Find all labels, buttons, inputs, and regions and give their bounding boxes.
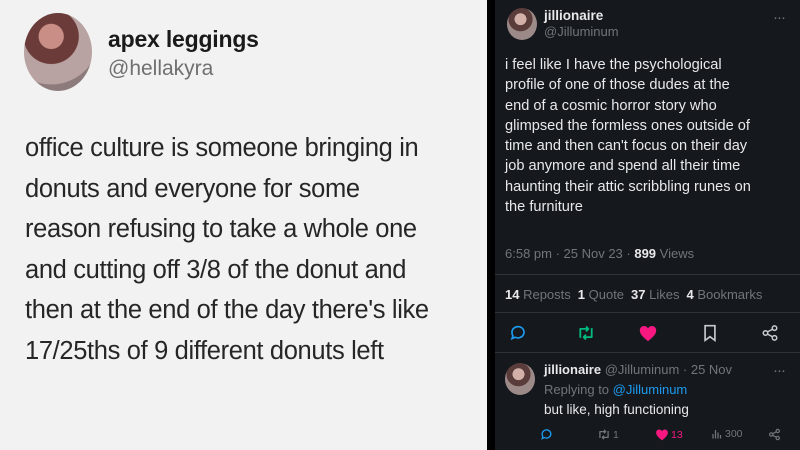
bookmarks-stat[interactable]: 4 Bookmarks <box>686 287 762 302</box>
tweet-text-line: 17/25ths of 9 different donuts left <box>25 336 384 365</box>
divider <box>495 274 800 275</box>
reply-action-bar: 1 13 300 <box>535 428 800 446</box>
reply-display-name[interactable]: jillionaire <box>544 362 601 377</box>
tweet-text-line: time and then can't focus on their day <box>505 138 748 155</box>
engagement-stats: 14 Reposts 1 Quote 37 Likes 4 Bookmarks <box>505 287 762 302</box>
replying-to: Replying to @Jilluminum <box>544 382 688 397</box>
repost-icon[interactable] <box>575 322 597 344</box>
avatar[interactable] <box>24 13 92 91</box>
tweet-text: i feel like I have the psychological pro… <box>505 55 800 217</box>
more-options-icon[interactable]: ··· <box>773 9 786 26</box>
reply-header: jillionaire @Jilluminum · 25 Nov <box>544 362 732 377</box>
tweet-text-line: end of a cosmic horror story who <box>505 97 717 114</box>
tweet-text-line: then at the end of the day there's like <box>25 296 429 324</box>
user-handle[interactable]: @hellakyra <box>108 57 213 81</box>
display-name[interactable]: jillionaire <box>544 8 603 23</box>
reply-icon[interactable] <box>507 322 529 344</box>
reply-text: but like, high functioning <box>544 402 689 417</box>
like-icon <box>656 429 668 441</box>
user-handle[interactable]: @Jilluminum <box>544 24 619 39</box>
right-tweet-screenshot: jillionaire @Jilluminum ··· i feel like … <box>495 0 800 450</box>
divider <box>495 352 800 353</box>
reply-avatar[interactable] <box>505 363 535 395</box>
tweet-text-line: job anymore and spend all their time <box>505 158 741 175</box>
reply-views-count: 300 <box>725 428 743 440</box>
tweet-text-line: haunting their attic scribbling runes on <box>505 178 751 195</box>
repost-icon <box>599 429 609 440</box>
tweet-meta: 6:58 pm · 25 Nov 23 · 899 Views <box>505 246 694 261</box>
reply-likes-count: 13 <box>671 428 683 441</box>
views-icon <box>712 430 722 439</box>
action-bar <box>495 318 800 348</box>
likes-stat[interactable]: 37 Likes <box>631 287 679 302</box>
tweet-text: office culture is someone bringing in do… <box>25 128 485 371</box>
tweet-text-line: glimpsed the formless ones outside of <box>505 117 750 134</box>
like-icon[interactable] <box>637 322 659 344</box>
divider <box>495 312 800 313</box>
reply-icon[interactable] <box>540 428 553 441</box>
tweet-text-line: office culture is someone bringing in <box>25 134 419 162</box>
repost-button[interactable]: 1 <box>597 428 619 441</box>
timestamp[interactable]: 6:58 pm · 25 Nov 23 · <box>505 246 634 261</box>
quotes-stat[interactable]: 1 Quote <box>578 287 624 302</box>
views-label: Views <box>656 246 695 261</box>
reply-reposts-count: 1 <box>613 428 619 441</box>
replying-to-handle-link[interactable]: @Jilluminum <box>613 382 688 397</box>
reply-handle-time: @Jilluminum · 25 Nov <box>601 362 733 377</box>
tweet-text-line: the furniture <box>505 199 583 216</box>
like-button[interactable]: 13 <box>655 428 683 441</box>
avatar[interactable] <box>507 8 537 40</box>
more-options-icon[interactable]: ··· <box>773 362 786 379</box>
views-count: 899 <box>634 246 657 261</box>
left-tweet-screenshot: apex leggings @hellakyra office culture … <box>0 0 487 450</box>
tweet-text-line: donuts and everyone for some <box>25 174 360 203</box>
share-icon[interactable] <box>768 428 781 441</box>
reposts-stat[interactable]: 14 Reposts <box>505 287 571 302</box>
share-icon[interactable] <box>759 322 781 344</box>
tweet-text-line: i feel like I have the psychological <box>505 57 722 73</box>
views-button[interactable]: 300 <box>711 428 743 440</box>
tweet-text-line: and cutting off 3/8 of the donut and <box>25 255 407 284</box>
bookmark-icon[interactable] <box>699 322 721 344</box>
display-name[interactable]: apex leggings <box>108 26 259 53</box>
tweet-text-line: reason refusing to take a whole one <box>25 215 417 243</box>
tweet-text-line: profile of one of those dudes at the <box>505 77 730 94</box>
